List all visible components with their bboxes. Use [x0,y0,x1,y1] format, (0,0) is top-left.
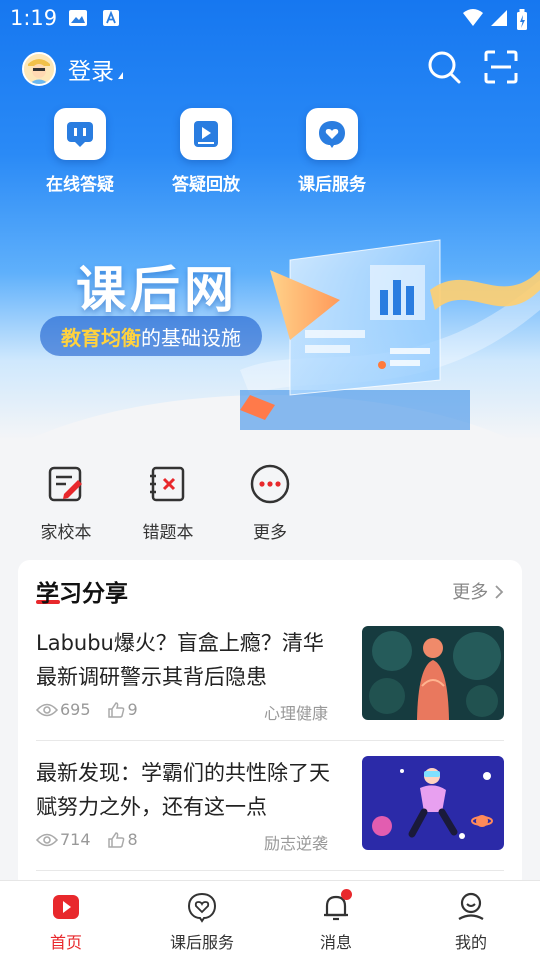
nav-icon-wrap [50,891,82,923]
wifi-icon [463,9,483,26]
heart-icon [187,892,217,923]
divider [36,870,504,871]
notification-badge [341,889,352,900]
article-tag: 心理健康 [263,704,328,723]
caret-down-icon [118,71,123,79]
divider [36,740,504,741]
avatar [22,52,56,86]
quick-action-label: 在线答疑 [46,175,114,195]
quick-action-online-qa[interactable]: 在线答疑 [32,108,128,195]
tool-icon-wrap [42,460,90,508]
banner-slogan-rest: 的基础设施 [141,325,241,350]
nav-icon-wrap [186,891,218,923]
tool-more[interactable]: 更多 [230,460,310,543]
quick-action-after-school[interactable]: 课后服务 [284,108,380,195]
more-icon [250,464,290,504]
profile-icon [458,892,484,920]
chevron-right-icon [495,585,504,599]
tool-icon-wrap [144,460,192,508]
eye-icon [36,703,58,716]
tool-label: 家校本 [40,523,92,543]
quick-action-icon-box [306,108,358,160]
nav-item-messages[interactable]: 消息 [286,889,386,953]
avatar-icon [24,54,54,84]
login-label: 登录 [68,59,114,85]
nav-item-home[interactable]: 首页 [16,891,116,953]
banner-title: 课后网 [76,261,238,319]
image-icon [69,10,87,26]
tool-home-school-notebook[interactable]: 家校本 [26,460,106,543]
login-button[interactable]: 登录 [22,52,123,86]
like-count: 9 [127,700,138,719]
nav-label: 首页 [49,933,82,952]
tool-label: 更多 [253,523,287,543]
scan-icon[interactable] [484,50,518,84]
quick-action-icon-box [54,108,106,160]
nav-item-after-school-service[interactable]: 课后服务 [152,891,252,953]
nav-label: 消息 [319,933,352,952]
article-thumbnail-illustration [362,626,504,720]
hero-header: 1:19 登录 在线答疑 答疑回放 课后服务 课后网 教育均衡 的基础设施 [0,0,540,440]
view-count: 714 [60,830,91,849]
heart-icon [319,121,345,148]
quick-action-icon-box [180,108,232,160]
thumbs-up-icon[interactable] [107,831,125,849]
quick-action-label: 课后服务 [298,175,366,195]
tool-wrong-answer-book[interactable]: 错题本 [128,460,208,543]
status-time: 1:19 [10,6,58,30]
banner-illustration [240,239,540,430]
chat-icon [67,122,93,147]
notebook-edit-icon [48,466,82,502]
article-title: Labubu爆火？盲盒上瘾？清华最新调研警示其背后隐患 [36,631,324,689]
article-thumbnail [362,756,504,850]
nav-icon-wrap [455,891,487,923]
article-thumbnail-illustration [362,756,504,850]
keyboard-a-icon [103,10,119,26]
article-tag: 励志逆袭 [263,834,328,853]
like-count: 8 [127,830,138,849]
tool-icon-wrap [246,460,294,508]
nav-label: 课后服务 [169,933,234,952]
bottom-navigation: 首页 课后服务 消息 我的 [0,880,540,960]
nav-icon-wrap [320,889,352,923]
nav-label: 我的 [454,933,487,952]
search-icon[interactable] [427,50,461,84]
thumbs-up-icon[interactable] [107,701,125,719]
battery-icon [517,9,527,30]
eye-icon [36,833,58,846]
more-link[interactable]: 更多 [452,578,504,604]
article-item[interactable]: 最新发现：学霸们的共性除了天赋努力之外，还有这一点 714 8 励志逆袭 [36,756,504,868]
status-bar: 1:19 [0,0,540,38]
home-icon [53,895,79,919]
banner-slogan: 教育均衡 的基础设施 [40,316,262,356]
banner-slogan-highlight: 教育均衡 [61,325,141,350]
article-title: 最新发现：学霸们的共性除了天赋努力之外，还有这一点 [36,761,330,819]
view-count: 695 [60,700,91,719]
tool-label: 错题本 [142,523,194,543]
article-thumbnail [362,626,504,720]
article-meta: 714 8 [36,830,138,849]
wrong-answer-icon [150,466,185,502]
playback-icon [194,121,218,147]
learning-share-card: 学习分享 更多 Labubu爆火？盲盒上瘾？清华最新调研警示其背后隐患 695 … [18,560,522,890]
article-meta: 695 9 [36,700,138,719]
article-item[interactable]: Labubu爆火？盲盒上瘾？清华最新调研警示其背后隐患 695 9 心理健康 [36,626,504,738]
more-link-label: 更多 [452,582,489,603]
quick-action-label: 答疑回放 [172,175,240,195]
quick-action-playback[interactable]: 答疑回放 [158,108,254,195]
section-title: 学习分享 [36,581,128,607]
nav-item-profile[interactable]: 我的 [421,891,521,953]
signal-icon [491,10,507,26]
